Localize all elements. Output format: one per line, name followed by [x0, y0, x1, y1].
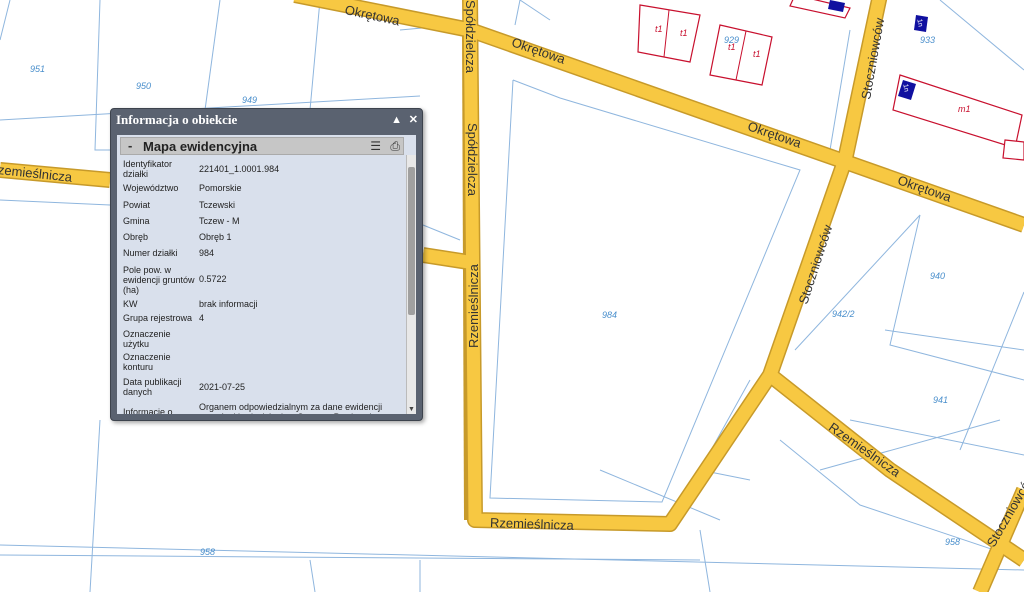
attribute-value: 0.5722: [199, 274, 227, 284]
attribute-row: Pole pow. w ewidencji gruntów (ha) 0.5722: [123, 265, 403, 299]
attribute-label: Województwo: [123, 183, 179, 193]
attribute-label: Obręb: [123, 232, 149, 242]
street-label: Okrętowa: [896, 172, 954, 205]
attribute-label: Identyfikator działki: [123, 159, 173, 179]
panel-title: Informacja o obiekcie: [116, 112, 238, 127]
attribute-value: [199, 352, 403, 377]
list-icon[interactable]: ☰: [370, 139, 381, 153]
attribute-value: 984: [199, 248, 215, 258]
street-label: Spółdzielcza: [465, 123, 480, 197]
attribute-row: Data publikacji danych 2021-07-25: [123, 377, 403, 402]
buildings: [637, 0, 1024, 161]
parcel-number: 958: [945, 537, 960, 547]
parcel-number: 958: [200, 547, 215, 557]
attribute-value: Obręb 1: [199, 232, 232, 242]
parcel-number: 933: [920, 35, 935, 45]
parcel-number: 984: [602, 310, 617, 320]
attribute-value: 221401_1.0001.984: [199, 164, 280, 174]
minimize-icon[interactable]: ▲: [391, 114, 402, 126]
parcel-number: 949: [242, 95, 257, 105]
section-title: Mapa ewidencyjna: [143, 139, 258, 154]
attribute-label: KW: [123, 299, 138, 309]
attribute-label: Numer działki: [123, 248, 178, 258]
attribute-value: Pomorskie: [199, 183, 242, 193]
scroll-down-icon[interactable]: ▼: [408, 406, 415, 413]
attribute-row: Grupa rejestrowa 4: [123, 313, 403, 329]
street-label: Rzemieślnicza: [466, 263, 481, 348]
attribute-value: 4: [199, 313, 205, 323]
attribute-label: Informacje o pochodzeniu: [123, 407, 173, 414]
attribute-value: Organem odpowiedzialnym za dane ewidencj…: [199, 402, 400, 414]
panel-scrollbar[interactable]: ▼: [406, 155, 416, 414]
attribute-value: Tczew - M: [199, 216, 240, 226]
attribute-label: Data publikacji danych: [123, 377, 182, 397]
attribute-value: [199, 329, 403, 352]
attribute-row: Informacje o pochodzeniu Organem odpowied…: [123, 402, 403, 414]
building-label: m1: [958, 104, 971, 114]
attribute-label: Oznaczenie konturu: [123, 352, 171, 372]
attribute-label: Oznaczenie użytku: [123, 329, 171, 349]
building-label: 1n: [915, 19, 923, 28]
parcel-number: 940: [930, 271, 945, 281]
scroll-thumb[interactable]: [408, 167, 415, 315]
attribute-label: Grupa rejestrowa: [123, 313, 193, 323]
attribute-row: Województwo Pomorskie: [123, 180, 403, 200]
building-label: t1: [680, 28, 688, 38]
parcel-number: 941: [933, 395, 948, 405]
attribute-row: Obręb Obręb 1: [123, 232, 403, 248]
attribute-row: Oznaczenie użytku: [123, 329, 403, 352]
building-label: t1: [655, 24, 663, 34]
panel-controls: ▲ ✕: [387, 109, 418, 131]
parcel-number: 942/2: [832, 309, 855, 319]
attribute-label: Powiat: [123, 200, 151, 210]
attribute-value: 2021-07-25: [199, 382, 246, 392]
attribute-row: KW brak informacji: [123, 299, 403, 313]
street-label: Rzemieślnicza: [490, 515, 575, 533]
section-icons: ☰ ⎙: [364, 139, 400, 154]
attribute-label: Pole pow. w ewidencji gruntów (ha): [123, 265, 195, 295]
street-label: Okrętowa: [746, 118, 804, 151]
street-label: zemieślnicza: [0, 162, 74, 185]
attribute-row: Powiat Tczewski: [123, 200, 403, 216]
building-label: 1n: [901, 84, 909, 93]
street-label: Spółdzielcza: [463, 0, 478, 74]
attribute-row: Numer działki 984: [123, 248, 403, 265]
panel-body: - Mapa ewidencyjna ☰ ⎙ Identyfikator dzi…: [117, 135, 416, 414]
attribute-row: Gmina Tczew - M: [123, 216, 403, 232]
attribute-row: Oznaczenie konturu: [123, 352, 403, 377]
parcel-number: 929: [724, 35, 739, 45]
section-header[interactable]: - Mapa ewidencyjna ☰ ⎙: [120, 137, 404, 155]
parcel-number: 950: [136, 81, 151, 91]
print-icon[interactable]: ⎙: [390, 139, 400, 153]
close-icon[interactable]: ✕: [409, 114, 418, 126]
building-label: t1: [753, 49, 761, 59]
collapse-toggle[interactable]: -: [128, 138, 132, 153]
attribute-row: Identyfikator działki 221401_1.0001.984: [123, 159, 403, 180]
attribute-rows: Identyfikator działki 221401_1.0001.984 W…: [123, 159, 403, 414]
attribute-label: Gmina: [123, 216, 150, 226]
object-info-panel[interactable]: Informacja o obiekcie ▲ ✕ - Mapa ewidenc…: [110, 108, 423, 421]
attribute-value: Tczewski: [199, 200, 236, 210]
attribute-value: brak informacji: [199, 299, 258, 309]
panel-header[interactable]: Informacja o obiekcie ▲ ✕: [111, 109, 422, 131]
parcel-number: 951: [30, 64, 45, 74]
